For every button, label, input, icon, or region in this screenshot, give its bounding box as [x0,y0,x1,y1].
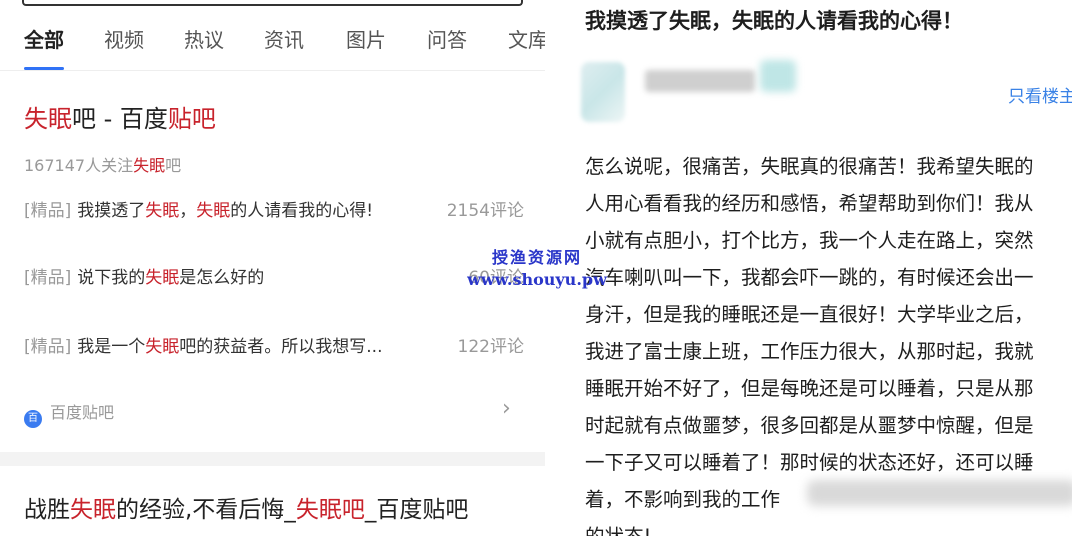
watermark-name: 授渔资源网 [491,248,582,267]
title-keyword: 失眠 [24,105,72,133]
post-title-text: 的人请看我的心得! [230,201,374,221]
avatar [581,62,625,122]
result2-text: _百度贴吧 [364,497,469,523]
post-line: 身汗，但是我的睡眠还是一直很好！大学毕业之后， [585,303,1034,326]
tabs-divider [0,70,545,71]
only-op-button[interactable]: 只看楼主 [1008,82,1072,107]
post-line: 睡眠开始不好了，但是每晚还是可以睡着，只是从那 [585,377,1034,400]
source-line[interactable]: 百百度贴吧 [24,399,114,428]
post-line: 汽车喇叭叫一下，我都会吓一跳的，有时候还会出一 [585,266,1034,289]
tab-video[interactable]: 视频 [104,24,144,53]
post-line: 人用心看看我的经历和感悟，希望帮助到你们！我从 [585,192,1034,215]
post-keyword: 失眠 [145,268,180,288]
follower-count-text: 167147人关注 [24,156,134,175]
post-line: 的状态! [585,518,1072,536]
result2-text: 的经验,不看后悔_ [116,497,296,523]
post-title-text: 说下我的 [77,268,146,288]
comment-count: 122评论 [457,337,524,357]
watermark-url: www.shouyu.pw [467,270,607,289]
result-title-tieba[interactable]: 失眠吧 - 百度贴吧 [24,99,216,134]
post-line: 小就有点胆小，打个比方，我一个人走在路上，突然 [585,229,1034,252]
post-title: 我摸透了失眠，失眠的人请看我的心得! [77,201,373,221]
result2-keyword: 失眠 [70,497,116,523]
post-tag: [精品] [24,201,72,221]
result-title-2[interactable]: 战胜失眠的经验,不看后悔_失眠吧_百度贴吧 [24,490,468,524]
comment-count: 2154评论 [446,201,524,221]
post-line: 怎么说呢，很痛苦，失眠真的很痛苦！我希望失眠的 [585,155,1034,178]
post-title-text: 吧的获益者。所以我想写... [179,337,383,357]
search-box[interactable] [22,0,523,6]
post-body: 怎么说呢，很痛苦，失眠真的很痛苦！我希望失眠的 人用心看看我的经历和感悟，希望帮… [585,148,1072,536]
post-tag: [精品] [24,337,72,357]
post-title-text: 我摸透了 [77,201,146,221]
tab-news[interactable]: 资讯 [264,24,304,53]
forum-post-panel: 我摸透了失眠，失眠的人请看我的心得！ 只看楼主 怎么说呢，很痛苦，失眠真的很痛苦… [545,0,1072,536]
post-keyword: 失眠 [145,201,180,221]
title-highlight: 贴吧 [167,105,216,133]
post-heading: 我摸透了失眠，失眠的人请看我的心得！ [585,9,963,33]
result-separator [0,452,545,466]
tab-discussion[interactable]: 热议 [184,24,224,53]
post-tag: [精品] [24,268,72,288]
user-badge-blurred [760,60,796,92]
tab-library[interactable]: 文库 [508,24,545,53]
post-title-text: ， [179,201,197,221]
post-keyword: 失眠 [196,201,231,221]
tab-all[interactable]: 全部 [24,24,64,53]
follower-suffix: 吧 [165,156,182,175]
post-keyword: 失眠 [145,337,180,357]
post-title-text: 我是一个 [77,337,146,357]
tab-images[interactable]: 图片 [346,24,386,53]
tab-qa[interactable]: 问答 [427,24,467,53]
result2-keyword: 失眠吧 [295,497,365,523]
post-title-text: 是怎么好的 [179,268,265,288]
blurred-content [807,480,1072,506]
follower-count: 167147人关注失眠吧 [24,152,181,176]
post-title: 我是一个失眠吧的获益者。所以我想写... [77,337,382,357]
post-line: 时起就有点做噩梦，很多回都是从噩梦中惊醒，但是 [585,414,1034,437]
source-label: 百度贴吧 [50,403,115,422]
post-item[interactable]: [精品] 我是一个失眠吧的获益者。所以我想写... 122评论 [24,332,524,362]
title-text: 吧 - 百度 [72,105,168,133]
follower-keyword: 失眠 [133,156,166,175]
post-line: 我进了富士康上班，工作压力很大，从那时起，我就 [585,340,1034,363]
search-tabs: 全部 视频 热议 资讯 图片 问答 文库 [0,24,545,68]
tieba-logo-icon: 百 [24,410,42,428]
post-line: 一下子又可以睡着了！那时候的状态还好，还可以睡 [585,451,1034,474]
result2-text: 战胜 [24,497,70,523]
post-title: 说下我的失眠是怎么好的 [77,268,264,288]
chevron-right-icon[interactable]: › [502,396,511,421]
watermark: 授渔资源网 www.shouyu.pw [462,244,612,289]
post-item[interactable]: [精品] 说下我的失眠是怎么好的 60评论 [24,263,524,293]
post-item[interactable]: [精品] 我摸透了失眠，失眠的人请看我的心得! 2154评论 [24,196,524,226]
username-blurred [645,70,755,92]
